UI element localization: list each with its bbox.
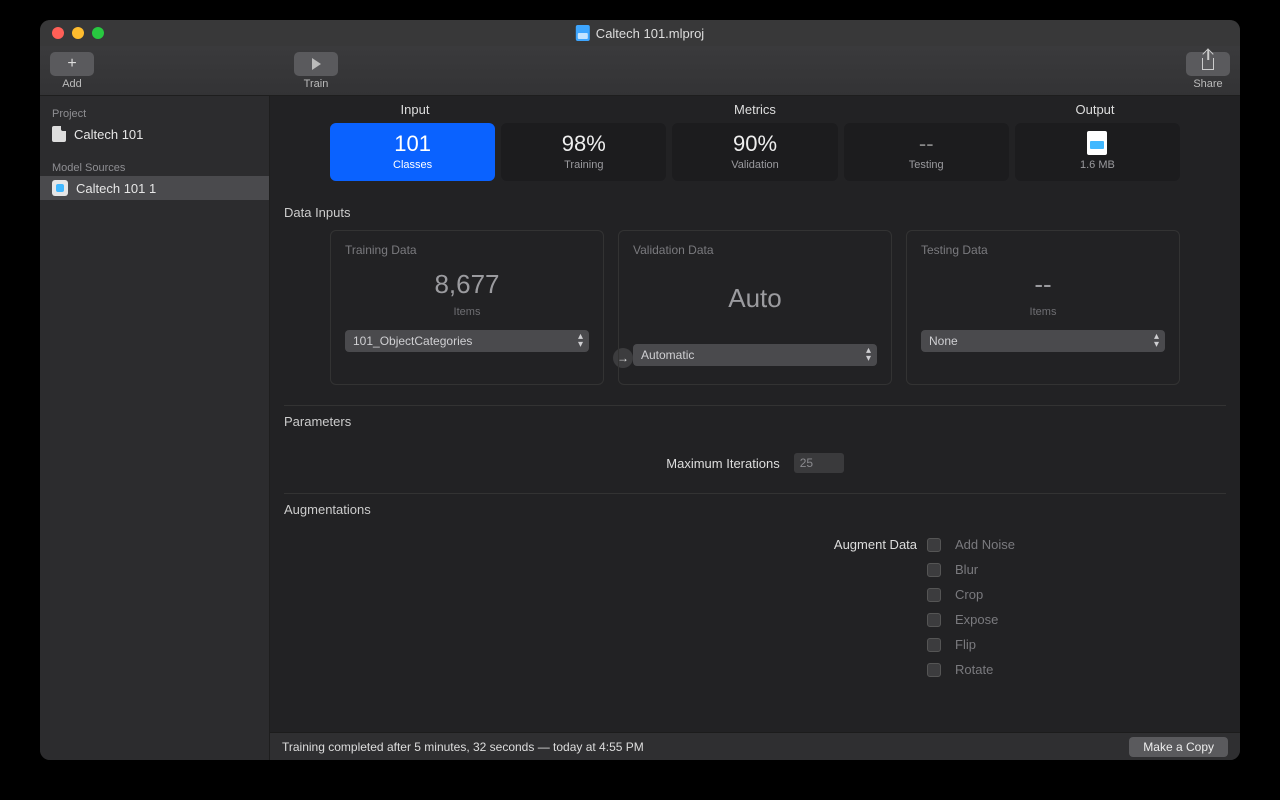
max-iterations-value: 25 <box>800 456 813 470</box>
make-a-copy-button[interactable]: Make a Copy <box>1129 737 1228 757</box>
validation-data-select[interactable]: Automatic ▴▾ <box>633 344 877 366</box>
testing-data-select-value: None <box>929 334 958 348</box>
label-rotate: Rotate <box>955 662 1015 677</box>
label-flip: Flip <box>955 637 1015 652</box>
metric-training-label: Training <box>564 159 603 171</box>
zoom-window-button[interactable] <box>92 27 104 39</box>
metric-card-validation[interactable]: 90% Validation <box>672 123 837 181</box>
validation-data-title: Validation Data <box>633 243 877 257</box>
sidebar-model-source-item[interactable]: Caltech 101 1 <box>40 176 269 200</box>
metric-card-training[interactable]: 98% Training <box>501 123 666 181</box>
training-data-select[interactable]: 101_ObjectCategories ▴▾ <box>345 330 589 352</box>
metric-training-value: 98% <box>562 131 606 157</box>
panel-testing-data: Testing Data -- Items None ▴▾ <box>906 230 1180 385</box>
training-data-sub: Items <box>345 306 589 318</box>
checkbox-flip[interactable] <box>927 638 941 652</box>
metric-input-label: Classes <box>393 159 432 171</box>
panel-validation-data: Validation Data Auto Automatic ▴▾ <box>618 230 892 385</box>
metric-testing-label: Testing <box>909 159 944 171</box>
chevron-updown-icon: ▴▾ <box>1154 333 1159 349</box>
train-label: Train <box>304 78 329 90</box>
share-button[interactable] <box>1186 52 1230 76</box>
sidebar-project-label: Caltech 101 <box>74 127 143 142</box>
share-icon <box>1202 58 1214 70</box>
panel-training-data: Training Data 8,677 Items 101_ObjectCate… <box>330 230 604 385</box>
close-window-button[interactable] <box>52 27 64 39</box>
main-content: Input Metrics Output 101 Classes 98% Tra… <box>270 96 1240 760</box>
chevron-updown-icon: ▴▾ <box>866 347 871 363</box>
metric-testing-value: -- <box>919 131 934 157</box>
sidebar-project-header: Project <box>40 102 269 122</box>
checkbox-blur[interactable] <box>927 563 941 577</box>
section-augmentations: Augmentations <box>270 494 1240 527</box>
training-data-select-value: 101_ObjectCategories <box>353 334 472 348</box>
sidebar: Project Caltech 101 Model Sources Caltec… <box>40 96 270 760</box>
app-window: Caltech 101.mlproj Add Train Share Proje… <box>40 20 1240 760</box>
parameters-row: Maximum Iterations 25 <box>270 439 1240 493</box>
metric-input-value: 101 <box>394 131 431 157</box>
validation-data-select-value: Automatic <box>641 348 694 362</box>
metric-validation-label: Validation <box>731 159 779 171</box>
share-group: Share <box>1186 52 1230 90</box>
testing-data-value: -- <box>921 269 1165 300</box>
section-parameters: Parameters <box>270 406 1240 439</box>
training-data-title: Training Data <box>345 243 589 257</box>
checkbox-crop[interactable] <box>927 588 941 602</box>
window-title: Caltech 101.mlproj <box>576 25 704 41</box>
sidebar-project-item[interactable]: Caltech 101 <box>40 122 269 146</box>
label-add-noise: Add Noise <box>955 537 1015 552</box>
file-icon <box>52 126 66 142</box>
train-group: Train <box>294 52 338 90</box>
window-title-text: Caltech 101.mlproj <box>596 26 704 41</box>
augment-data-label: Augment Data <box>495 537 917 552</box>
window-controls <box>52 27 104 39</box>
checkbox-add-noise[interactable] <box>927 538 941 552</box>
augment-grid: Augment Data Add Noise Blur Crop Expose … <box>495 537 1015 677</box>
metric-card-input[interactable]: 101 Classes <box>330 123 495 181</box>
validation-data-value: Auto <box>633 283 877 314</box>
testing-data-select[interactable]: None ▴▾ <box>921 330 1165 352</box>
minimize-window-button[interactable] <box>72 27 84 39</box>
testing-data-sub: Items <box>921 306 1165 318</box>
metric-output-value: 1.6 MB <box>1080 159 1115 171</box>
train-button[interactable] <box>294 52 338 76</box>
metric-cards: 101 Classes 98% Training 90% Validation … <box>270 117 1240 197</box>
section-data-inputs: Data Inputs <box>270 197 1240 230</box>
model-icon <box>52 180 68 196</box>
label-crop: Crop <box>955 587 1015 602</box>
metric-validation-value: 90% <box>733 131 777 157</box>
add-group: Add <box>50 52 94 90</box>
plus-icon <box>67 55 76 73</box>
titlebar: Caltech 101.mlproj <box>40 20 1240 46</box>
metric-card-output[interactable]: 1.6 MB <box>1015 123 1180 181</box>
toolbar: Add Train Share <box>40 46 1240 96</box>
label-blur: Blur <box>955 562 1015 577</box>
add-button[interactable] <box>50 52 94 76</box>
sidebar-sources-header: Model Sources <box>40 156 269 176</box>
add-label: Add <box>62 78 82 90</box>
max-iterations-input[interactable]: 25 <box>794 453 844 473</box>
label-expose: Expose <box>955 612 1015 627</box>
header-metrics: Metrics <box>500 102 1010 117</box>
training-data-value: 8,677 <box>345 269 589 300</box>
metric-headers: Input Metrics Output <box>270 96 1240 117</box>
make-a-copy-label: Make a Copy <box>1143 740 1214 754</box>
data-input-panels: Training Data 8,677 Items 101_ObjectCate… <box>270 230 1240 405</box>
checkbox-expose[interactable] <box>927 613 941 627</box>
sidebar-source-label: Caltech 101 1 <box>76 181 156 196</box>
status-bar: Training completed after 5 minutes, 32 s… <box>270 732 1240 760</box>
status-text: Training completed after 5 minutes, 32 s… <box>282 740 644 754</box>
metric-card-testing[interactable]: -- Testing <box>844 123 1009 181</box>
testing-data-title: Testing Data <box>921 243 1165 257</box>
header-input: Input <box>330 102 500 117</box>
share-label: Share <box>1193 78 1222 90</box>
header-output: Output <box>1010 102 1180 117</box>
checkbox-rotate[interactable] <box>927 663 941 677</box>
mlmodel-icon <box>1087 131 1107 155</box>
max-iterations-label: Maximum Iterations <box>666 456 779 471</box>
document-icon <box>576 25 590 41</box>
chevron-updown-icon: ▴▾ <box>578 333 583 349</box>
play-icon <box>312 58 321 70</box>
